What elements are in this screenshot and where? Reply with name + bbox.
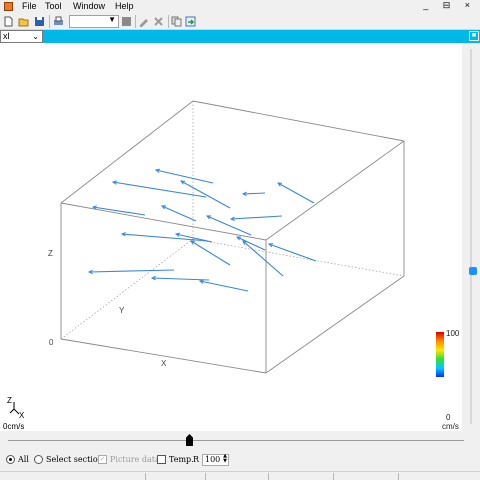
menu-help[interactable]: Help — [115, 1, 134, 11]
speed-unit-label: 0cm/s — [3, 422, 25, 431]
menu-window[interactable]: Window — [73, 1, 105, 11]
save-icon[interactable] — [34, 16, 45, 27]
velocity-vector — [160, 205, 197, 222]
time-slider[interactable] — [0, 431, 480, 451]
bounding-box — [60, 100, 405, 374]
velocity-vector — [267, 243, 317, 262]
velocity-vector — [174, 232, 213, 243]
toolbar: ▼ — [0, 13, 480, 30]
stop-icon[interactable] — [121, 16, 132, 27]
velocity-vector — [229, 215, 283, 221]
chevron-down-icon: ▼ — [108, 15, 116, 24]
document-selector[interactable]: xl ⌄ — [0, 30, 43, 43]
copy-icon[interactable] — [171, 16, 182, 27]
all-label[interactable]: All — [18, 455, 29, 464]
box-edge — [192, 238, 405, 277]
document-selector-value: xl — [3, 31, 10, 41]
menu-tool[interactable]: Tool — [45, 1, 62, 11]
zoom-slider[interactable] — [462, 43, 480, 431]
box-edge — [265, 140, 405, 241]
time-slider-thumb[interactable] — [186, 434, 193, 446]
chevron-down-icon: ⌄ — [32, 32, 39, 41]
status-separator — [333, 473, 334, 480]
app-icon[interactable] — [4, 2, 13, 11]
velocity-vector — [111, 180, 207, 198]
legend-min: 0 — [446, 413, 451, 422]
velocity-vector — [198, 279, 249, 292]
triad-label-z: Z — [7, 396, 12, 405]
status-separator — [398, 473, 399, 480]
axis-label-z: Z — [48, 249, 53, 258]
toolbar-separator — [49, 15, 50, 28]
axis-label-zero: 0 — [49, 338, 54, 347]
temp-label[interactable]: Temp. — [169, 455, 194, 464]
vector-viewport[interactable]: Z 0 Y X Z X 0cm/s 100 0 cm/s — [0, 43, 462, 431]
velocity-vector — [150, 275, 210, 281]
zoom-slider-track — [470, 49, 472, 424]
vector-plot — [9, 100, 405, 415]
delete-icon[interactable] — [153, 16, 164, 27]
r-label: R — [193, 455, 200, 464]
velocity-vector — [120, 232, 209, 242]
time-slider-track — [8, 440, 464, 441]
edit-icon[interactable] — [139, 16, 150, 27]
status-separator — [205, 473, 206, 480]
toolbar-separator — [168, 15, 169, 28]
temp-checkbox[interactable] — [157, 455, 166, 464]
select-section-label[interactable]: Select section — [46, 455, 103, 464]
velocity-vector — [242, 240, 284, 277]
app-window: File Tool Window Help _ ⊟ × ▼ xl ⌄ ■ Z 0… — [0, 0, 480, 480]
new-file-icon[interactable] — [3, 16, 14, 27]
open-folder-icon[interactable] — [18, 16, 29, 27]
box-edge — [60, 100, 194, 204]
r-spinner[interactable]: 100 ▲ ▼ — [202, 454, 229, 466]
zoom-slider-thumb[interactable] — [469, 267, 477, 275]
status-bar — [0, 471, 480, 480]
box-edge — [192, 100, 405, 142]
picture-data-checkbox[interactable]: ✓ — [98, 455, 107, 464]
menu-bar: File Tool Window Help _ ⊟ × — [0, 0, 480, 13]
all-radio[interactable] — [6, 455, 15, 464]
velocity-vector — [276, 182, 315, 204]
axis-label-y: Y — [119, 306, 125, 315]
velocity-vector — [87, 269, 175, 275]
document-close-icon[interactable]: ■ — [469, 31, 479, 41]
legend-unit: cm/s — [442, 422, 459, 431]
r-value: 100 — [205, 455, 221, 464]
status-separator — [145, 473, 146, 480]
axis-label-x: X — [161, 359, 167, 368]
document-tab-strip: xl ⌄ ■ — [0, 30, 480, 43]
toolbar-separator — [135, 15, 136, 28]
section-controls: All Select section ✓ Picture data Temp. … — [0, 451, 480, 469]
triad-label-x: X — [19, 411, 25, 420]
export-icon[interactable] — [185, 16, 196, 27]
picture-data-label: Picture data — [110, 455, 160, 464]
window-controls[interactable]: _ ⊟ × — [423, 0, 476, 11]
legend-max: 100 — [446, 329, 460, 338]
menu-file[interactable]: File — [22, 1, 37, 11]
box-edge — [60, 202, 267, 241]
color-legend-bar — [436, 332, 444, 377]
toolbar-combo[interactable]: ▼ — [69, 15, 119, 28]
velocity-vectors — [87, 168, 317, 292]
spinner-arrows-icon[interactable]: ▲ ▼ — [223, 454, 227, 464]
velocity-vector — [241, 191, 266, 197]
box-edge — [265, 275, 405, 374]
status-separator — [268, 473, 269, 480]
print-icon[interactable] — [53, 16, 64, 27]
select-section-radio[interactable] — [34, 455, 43, 464]
box-edge — [60, 238, 194, 340]
